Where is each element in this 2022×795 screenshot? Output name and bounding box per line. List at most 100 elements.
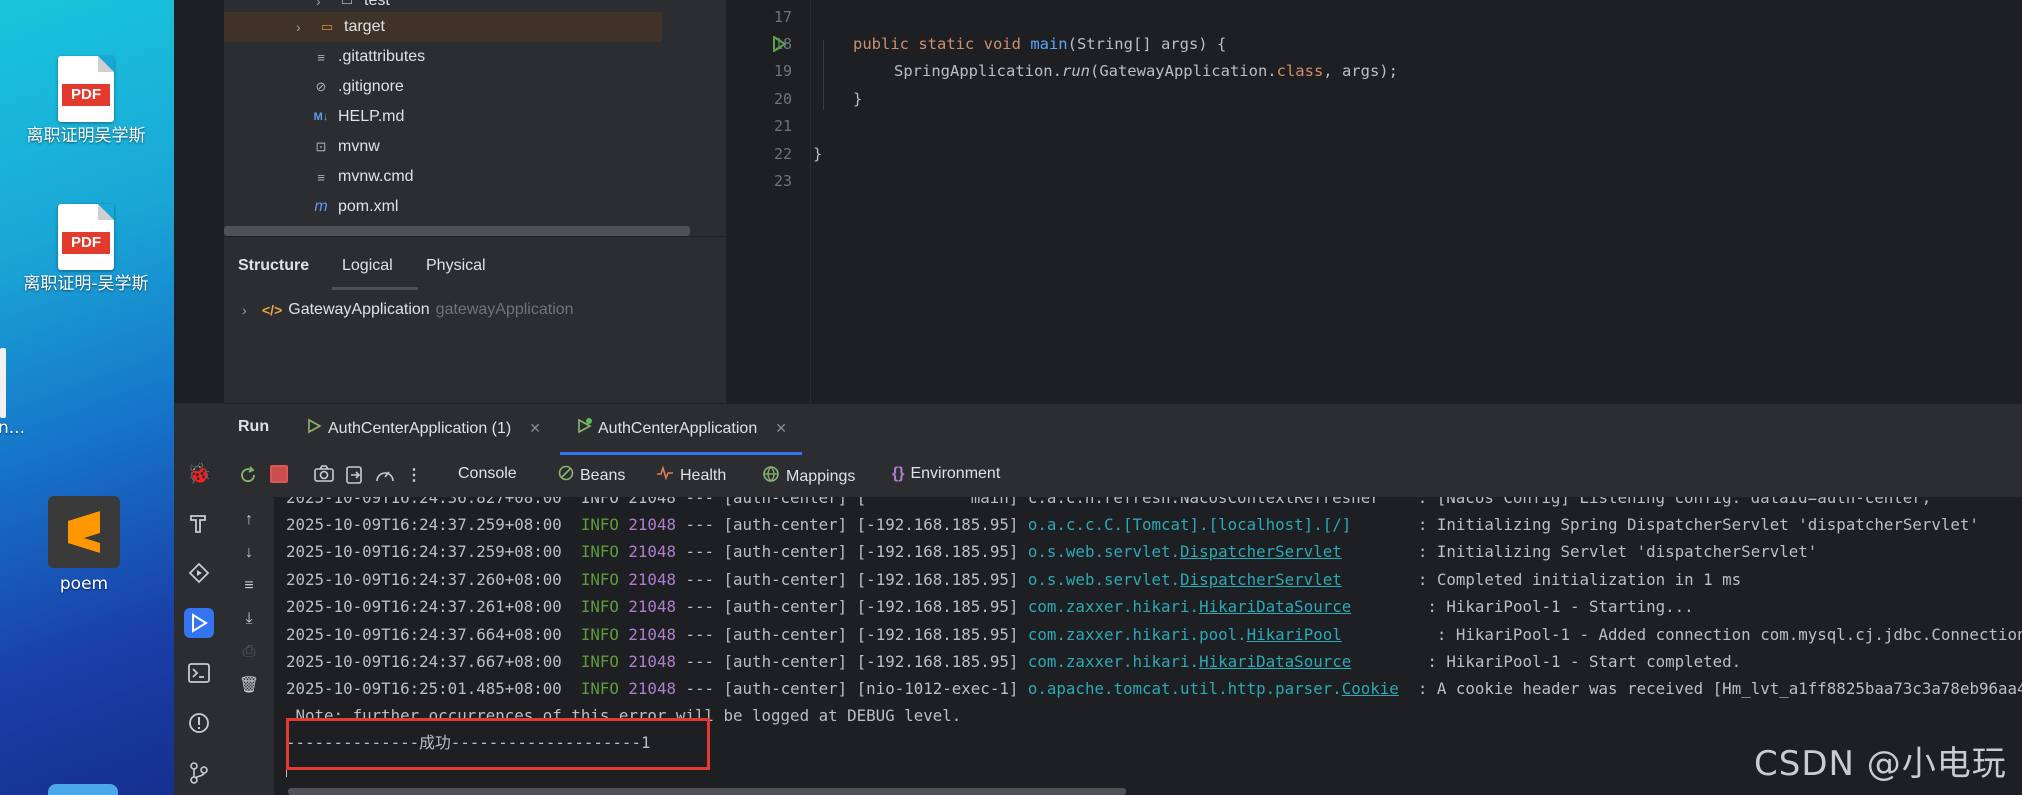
scroll-to-end-icon[interactable]: ⤓ (238, 608, 260, 630)
log-line: 2025-10-09T16:24:37.261+08:00 INFO 21048… (286, 597, 1694, 617)
editor-gutter: 17 18 19 20 21 22 23 (726, 0, 811, 403)
spring-run-icon (576, 418, 592, 439)
line-number: 20 (773, 90, 792, 108)
folder-icon: ▭ (320, 19, 334, 34)
horizontal-scrollbar[interactable] (224, 226, 690, 236)
tree-item-label: .gitignore (338, 78, 404, 95)
gauge-icon[interactable] (374, 465, 396, 485)
desktop-icon-partial[interactable]: n... (0, 348, 25, 439)
structure-title: Structure (238, 257, 310, 274)
code-line-20: } (853, 90, 863, 108)
text-file-icon: ≡ (317, 169, 325, 185)
horizontal-scrollbar[interactable] (288, 788, 1126, 795)
exit-icon[interactable] (344, 465, 364, 485)
more-options-icon[interactable]: ⋮ (406, 465, 422, 485)
app-icon (0, 348, 6, 418)
chevron-right-icon: › (242, 302, 247, 318)
tree-item-label: mvnw (338, 138, 380, 155)
app-icon (48, 784, 118, 795)
line-number: 17 (773, 8, 792, 26)
desktop-icon-pdf-2[interactable]: PDF 离职证明-吴学斯 (22, 204, 150, 295)
chevron-right-icon: › (316, 0, 321, 9)
trash-icon[interactable]: 🗑 (238, 674, 260, 696)
highlight-box (286, 718, 710, 770)
build-hammer-icon[interactable] (184, 508, 214, 538)
run-title: Run (238, 418, 270, 435)
services-icon[interactable] (184, 558, 214, 588)
stop-icon[interactable] (270, 465, 288, 483)
line-number: 19 (773, 62, 792, 80)
project-tree: › ▭ test › ▭ target ≡ .gitattributes ⊘ .… (224, 0, 726, 236)
toolbar-console[interactable]: Console (458, 465, 517, 483)
desktop-icon-poem[interactable]: poem (28, 496, 140, 595)
desktop-icon-label: n... (0, 418, 25, 438)
arrow-up-icon[interactable]: ↑ (238, 509, 260, 531)
tree-item-label: pom.xml (338, 198, 399, 215)
desktop-icon-pdf-1[interactable]: PDF 离职证明吴学斯 (22, 56, 150, 147)
tool-window-strip: 🐞 (174, 403, 224, 795)
toolbar-label: Console (458, 465, 517, 482)
code-line-18: public static void main(String[] args) { (853, 35, 1227, 53)
tree-item-gitignore[interactable]: ⊘ .gitignore (312, 72, 404, 102)
tree-item-mvnw[interactable]: ⊡ mvnw (312, 132, 380, 162)
toolbar-label: Mappings (786, 467, 856, 485)
folder-icon: ▭ (340, 0, 354, 8)
pdf-file-icon: PDF (58, 56, 114, 122)
indent-guide (823, 40, 824, 110)
tab-physical[interactable]: Physical (426, 257, 486, 275)
close-icon[interactable]: ✕ (529, 420, 541, 437)
environment-icon: {} (892, 465, 905, 482)
structure-panel: Structure Logical Physical › </> Gateway… (224, 236, 726, 404)
watermark: CSDN @小电玩 (1754, 744, 2007, 784)
close-icon[interactable]: ✕ (775, 420, 787, 437)
log-line: 2025-10-09T16:24:37.664+08:00 INFO 21048… (286, 624, 2022, 644)
tree-item-label: test (364, 0, 390, 9)
pdf-file-icon: PDF (58, 204, 114, 270)
print-icon[interactable]: ⎙ (238, 641, 260, 663)
desktop-icon-label: 离职证明-吴学斯 (23, 274, 149, 294)
log-line: 2025-10-09T16:24:37.259+08:00 INFO 21048… (286, 542, 1818, 562)
markdown-icon: M↓ (313, 111, 329, 123)
toolbar-health[interactable]: Health (656, 465, 726, 486)
camera-icon[interactable] (314, 465, 334, 483)
log-line: 2025-10-09T16:24:37.667+08:00 INFO 21048… (286, 652, 1742, 671)
structure-node-hint: gatewayApplication (435, 301, 574, 318)
line-number: 23 (773, 172, 792, 190)
tree-item-help-md[interactable]: M↓ HELP.md (312, 102, 405, 132)
arrow-down-icon[interactable]: ↓ (238, 542, 260, 564)
chevron-right-icon: › (296, 19, 301, 35)
log-line-partial: 2025-10-09T16:24:36.827+08:00 INFO 21048… (286, 497, 1932, 507)
run-tool-icon[interactable] (184, 608, 214, 638)
tree-item-target[interactable]: › ▭ target (224, 12, 662, 42)
debug-icon[interactable]: 🐞 (184, 458, 214, 488)
terminal-file-icon: ⊡ (315, 139, 327, 154)
run-gutter-icon[interactable] (772, 35, 787, 56)
run-tab-label: AuthCenterApplication (598, 419, 758, 437)
code-editor[interactable]: public static void main(String[] args) {… (811, 0, 2022, 403)
tab-logical[interactable]: Logical (342, 257, 393, 275)
tree-item-label: HELP.md (338, 108, 405, 125)
spring-run-icon (306, 418, 322, 439)
tree-item-label: target (344, 18, 385, 35)
toolbar-mappings[interactable]: Mappings (762, 465, 855, 488)
tree-item-pom-xml[interactable]: m pom.xml (312, 192, 398, 222)
structure-node[interactable]: › </> GatewayApplication gatewayApplicat… (242, 301, 574, 319)
problems-icon[interactable] (184, 708, 214, 738)
soft-wrap-icon[interactable]: ≡ (238, 575, 260, 597)
run-tab-authcenter[interactable]: AuthCenterApplication ✕ (576, 418, 787, 439)
log-line: 2025-10-09T16:24:37.259+08:00 INFO 21048… (286, 515, 1979, 534)
tree-item-gitattributes[interactable]: ≡ .gitattributes (312, 42, 425, 72)
desktop-icon-label: poem (59, 574, 109, 594)
run-tab-authcenter-1[interactable]: AuthCenterApplication (1) ✕ (306, 418, 541, 439)
structure-node-name: GatewayApplication (288, 301, 430, 318)
ignore-file-icon: ⊘ (315, 79, 327, 94)
rerun-icon[interactable] (238, 465, 258, 485)
toolbar-environment[interactable]: {} Environment (892, 465, 1000, 483)
tree-item-mvnw-cmd[interactable]: ≡ mvnw.cmd (312, 162, 413, 192)
toolbar-beans[interactable]: Beans (558, 465, 625, 486)
desktop-icon-label: 离职证明吴学斯 (26, 126, 146, 146)
terminal-icon[interactable] (184, 658, 214, 688)
git-icon[interactable] (184, 758, 214, 788)
log-line: 2025-10-09T16:25:01.485+08:00 INFO 21048… (286, 679, 2022, 699)
desktop: PDF 离职证明吴学斯 PDF 离职证明-吴学斯 n... poem (0, 0, 174, 795)
